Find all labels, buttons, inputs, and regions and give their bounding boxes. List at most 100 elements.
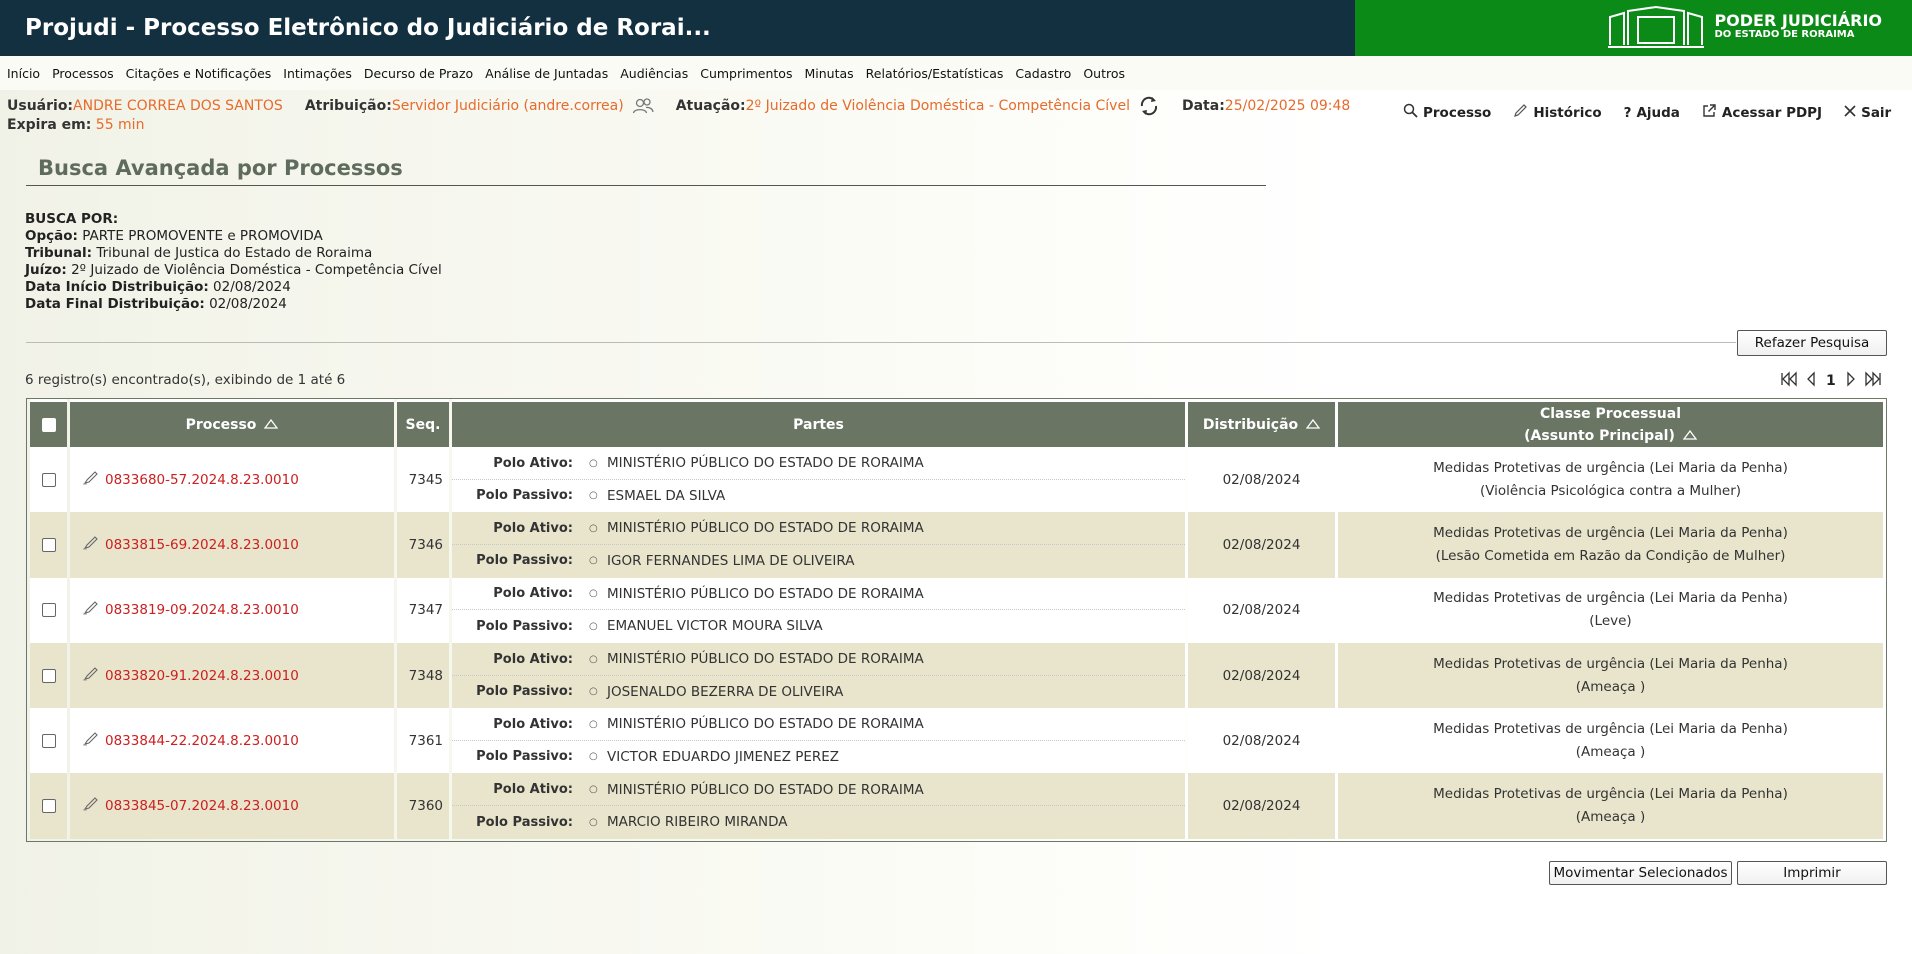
row-checkbox[interactable] xyxy=(41,799,56,814)
pdpj-link-label: Acessar PDPJ xyxy=(1721,104,1823,121)
bullet-icon: ○ xyxy=(589,816,598,828)
classe-header[interactable]: Classe Processual (Assunto Principal) xyxy=(1338,399,1883,447)
ajuda-link[interactable]: ? Ajuda xyxy=(1624,103,1680,122)
processo-link[interactable]: 0833680-57.2024.8.23.0010 xyxy=(105,472,299,488)
processo-link[interactable]: Processo xyxy=(1403,103,1491,122)
polo-ativo-name: MINISTÉRIO PÚBLICO DO ESTADO DE RORAIMA xyxy=(607,651,924,668)
menu-cadastro[interactable]: Cadastro xyxy=(1015,66,1071,81)
seq-header: Seq. xyxy=(397,399,449,447)
row-checkbox[interactable] xyxy=(41,537,56,552)
assunto-text: (Ameaça ) xyxy=(1575,809,1646,826)
polo-passivo-label: Polo Passivo: xyxy=(476,684,573,700)
menu-analise-juntadas[interactable]: Análise de Juntadas xyxy=(485,66,608,81)
menu-decurso-prazo[interactable]: Decurso de Prazo xyxy=(364,66,473,81)
distribuicao-header-label: Distribuição xyxy=(1202,416,1299,433)
distribuicao-cell: 02/08/2024 xyxy=(1188,577,1335,643)
last-page-icon[interactable] xyxy=(1862,371,1882,391)
menu-citacoes[interactable]: Citações e Notificações xyxy=(126,66,272,81)
row-checkbox[interactable] xyxy=(41,603,56,618)
polo-ativo-label: Polo Ativo: xyxy=(493,782,573,798)
main-menu: Início Processos Citações e Notificações… xyxy=(0,56,1912,90)
pencil-icon[interactable] xyxy=(82,470,100,489)
criteria-label: Tribunal: xyxy=(25,245,93,261)
pdpj-link[interactable]: Acessar PDPJ xyxy=(1702,103,1822,122)
menu-audiencias[interactable]: Audiências xyxy=(620,66,688,81)
menu-relatorios[interactable]: Relatórios/Estatísticas xyxy=(866,66,1004,81)
table-row: 0833680-57.2024.8.23.0010 7345 Polo Ativ… xyxy=(30,447,1883,513)
pagination: 1 xyxy=(1780,371,1882,391)
atuacao-label: Atuação: xyxy=(675,97,746,114)
search-criteria: BUSCA POR: Opção: PARTE PROMOVENTE e PRO… xyxy=(25,211,442,313)
criteria-divider xyxy=(26,342,1736,343)
polo-passivo-label: Polo Passivo: xyxy=(476,618,573,634)
classe-header-line2: (Assunto Principal) xyxy=(1524,427,1675,444)
sair-link-label: Sair xyxy=(1861,104,1892,121)
atribuicao-label: Atribuição: xyxy=(304,97,392,114)
refazer-pesquisa-button[interactable]: Refazer Pesquisa xyxy=(1737,330,1887,356)
sort-asc-icon[interactable] xyxy=(1305,417,1321,433)
criteria-label: Opção: xyxy=(25,228,78,244)
processo-header-label: Processo xyxy=(185,416,257,433)
row-checkbox[interactable] xyxy=(41,472,56,487)
row-checkbox[interactable] xyxy=(41,668,56,683)
pencil-icon[interactable] xyxy=(82,601,100,619)
assunto-text: (Lesão Cometida em Razão da Condição de … xyxy=(1435,547,1786,564)
processo-link[interactable]: 0833845-07.2024.8.23.0010 xyxy=(105,798,299,814)
bullet-icon: ○ xyxy=(589,718,598,730)
menu-outros[interactable]: Outros xyxy=(1083,66,1125,81)
table-row: 0833815-69.2024.8.23.0010 7346 Polo Ativ… xyxy=(30,512,1883,578)
criteria-value: Tribunal de Justica do Estado de Roraima xyxy=(96,245,373,261)
assunto-text: (Ameaça ) xyxy=(1575,678,1646,695)
polo-ativo-label: Polo Ativo: xyxy=(493,586,573,602)
classe-text: Medidas Protetivas de urgência (Lei Mari… xyxy=(1433,786,1788,803)
menu-cumprimentos[interactable]: Cumprimentos xyxy=(700,66,792,81)
pencil-icon[interactable] xyxy=(82,536,100,554)
next-page-icon[interactable] xyxy=(1845,371,1857,391)
polo-passivo-label: Polo Passivo: xyxy=(476,553,573,569)
processo-link[interactable]: 0833820-91.2024.8.23.0010 xyxy=(105,668,299,684)
menu-processos[interactable]: Processos xyxy=(52,66,114,81)
polo-ativo-name: MINISTÉRIO PÚBLICO DO ESTADO DE RORAIMA xyxy=(607,716,924,733)
sort-asc-icon[interactable] xyxy=(1682,425,1698,447)
menu-inicio[interactable]: Início xyxy=(7,66,40,81)
bullet-icon: ○ xyxy=(589,686,598,698)
polo-ativo-name: MINISTÉRIO PÚBLICO DO ESTADO DE RORAIMA xyxy=(607,520,924,537)
assunto-text: (Ameaça ) xyxy=(1575,743,1646,760)
distribuicao-header[interactable]: Distribuição xyxy=(1188,399,1335,447)
processo-link[interactable]: 0833819-09.2024.8.23.0010 xyxy=(105,602,299,618)
processo-link[interactable]: 0833815-69.2024.8.23.0010 xyxy=(105,537,299,553)
users-icon[interactable] xyxy=(632,97,654,115)
polo-passivo-name: ESMAEL DA SILVA xyxy=(607,487,726,504)
classe-text: Medidas Protetivas de urgência (Lei Mari… xyxy=(1433,459,1788,476)
title-divider xyxy=(26,185,1266,186)
menu-minutas[interactable]: Minutas xyxy=(804,66,853,81)
bullet-icon: ○ xyxy=(589,620,598,632)
pencil-icon[interactable] xyxy=(82,732,100,750)
movimentar-selecionados-button[interactable]: Movimentar Selecionados xyxy=(1549,861,1732,885)
classe-text: Medidas Protetivas de urgência (Lei Mari… xyxy=(1433,655,1788,672)
sair-link[interactable]: Sair xyxy=(1844,103,1891,122)
criteria-value: 02/08/2024 xyxy=(209,296,287,312)
criteria-label: Data Final Distribuição: xyxy=(25,296,205,312)
classe-header-line1: Classe Processual xyxy=(1539,405,1681,422)
first-page-icon[interactable] xyxy=(1780,371,1800,391)
pencil-icon[interactable] xyxy=(82,797,100,815)
row-checkbox[interactable] xyxy=(41,733,56,748)
tribunal-logo-icon xyxy=(1606,5,1706,51)
menu-intimacoes[interactable]: Intimações xyxy=(283,66,352,81)
refresh-icon[interactable] xyxy=(1138,95,1160,117)
help-icon: ? xyxy=(1623,104,1632,121)
pencil-icon[interactable] xyxy=(82,666,100,685)
bullet-icon: ○ xyxy=(589,522,598,534)
historico-link[interactable]: Histórico xyxy=(1513,103,1602,122)
select-all-checkbox[interactable] xyxy=(41,417,56,432)
imprimir-button[interactable]: Imprimir xyxy=(1737,861,1887,885)
partes-header-label: Partes xyxy=(793,416,844,433)
processo-header[interactable]: Processo xyxy=(70,399,394,447)
prev-page-icon[interactable] xyxy=(1805,371,1817,391)
quick-links: Processo Histórico ? Ajuda Acessar PDPJ … xyxy=(1403,103,1891,122)
processo-link[interactable]: 0833844-22.2024.8.23.0010 xyxy=(105,733,299,749)
sort-asc-icon[interactable] xyxy=(264,417,279,433)
partes-header: Partes xyxy=(452,399,1185,447)
distribuicao-cell: 02/08/2024 xyxy=(1188,773,1335,839)
